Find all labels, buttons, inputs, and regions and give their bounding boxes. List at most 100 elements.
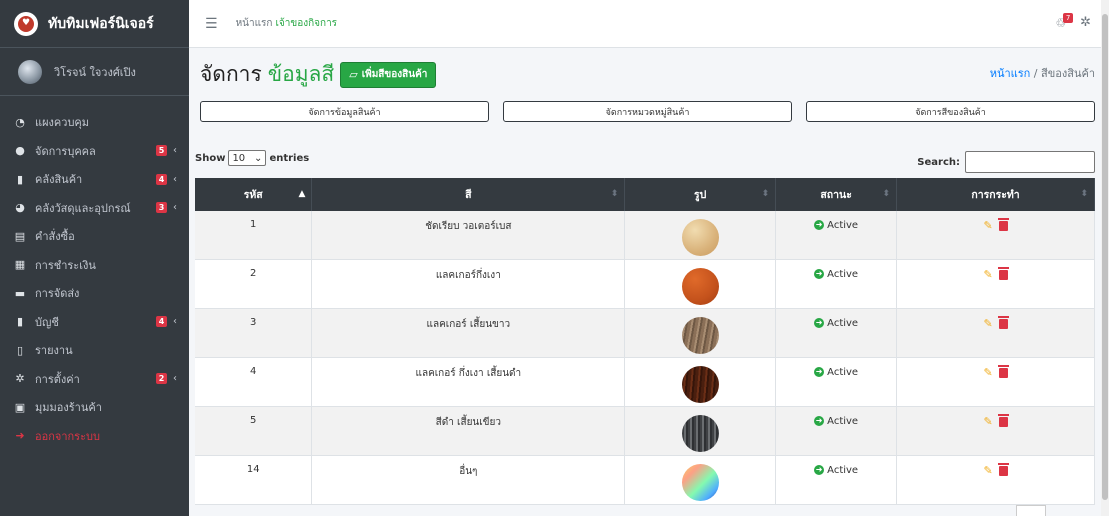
user-panel[interactable]: วิโรจน์ ใจวงศ์เปิง xyxy=(0,48,189,96)
cell-actions: ✎ xyxy=(896,211,1095,261)
hamburger-menu-icon[interactable]: ☰ xyxy=(205,16,218,32)
manage-categories-button[interactable]: จัดการหมวดหมู่สินค้า xyxy=(503,101,792,122)
check-circle-icon: ➜ xyxy=(814,367,825,378)
sidebar-item-payment[interactable]: ▦ การชำระเงิน xyxy=(0,251,189,280)
cell-image xyxy=(624,455,777,506)
edit-icon[interactable]: ✎ xyxy=(983,219,992,232)
gear-icon[interactable]: ✲ xyxy=(1080,15,1091,30)
breadcrumb-current: สีของสินค้า xyxy=(1041,67,1095,80)
brand-logo: ♥ xyxy=(14,11,38,36)
sidebar-item-orders[interactable]: ▤ คำสั่งซื้อ xyxy=(0,222,189,251)
badge: 4 xyxy=(156,173,167,185)
sidebar-item-shipping[interactable]: ▬ การจัดส่ง xyxy=(0,279,189,308)
sidebar-item-people[interactable]: ● จัดการบุคคล 5 ‹ xyxy=(0,137,189,166)
scrollbar[interactable] xyxy=(1101,0,1109,516)
badge: 4 xyxy=(156,316,167,328)
search-input[interactable] xyxy=(965,151,1095,173)
trash-icon[interactable] xyxy=(997,462,1009,476)
badge: 3 xyxy=(156,202,167,214)
edit-icon[interactable]: ✎ xyxy=(983,317,992,330)
cogs-icon: ✲ xyxy=(15,372,25,386)
topbar-crumb-home[interactable]: หน้าแรก xyxy=(236,16,273,31)
color-swatch xyxy=(681,464,719,502)
chevron-left-icon: ‹ xyxy=(173,173,177,185)
file-icon: ▯ xyxy=(16,343,24,357)
sort-asc-icon: ▲ xyxy=(298,189,306,199)
pagination-button[interactable] xyxy=(1016,505,1046,516)
cell-color: แลคเกอร์ เสี้ยนขาว xyxy=(311,308,626,359)
cell-image xyxy=(624,211,777,261)
table-row: 5 สีดำ เสี้ยนเขียว ➜ Active ✎ xyxy=(195,406,1095,457)
trash-icon[interactable] xyxy=(997,315,1009,329)
cell-id: 5 xyxy=(195,406,313,457)
trash-icon[interactable] xyxy=(997,266,1009,280)
avatar xyxy=(18,59,42,84)
topbar: ☰ หน้าแรก เจ้าของกิจการ ♲ 7 ✲ xyxy=(189,0,1109,48)
chevron-left-icon: ‹ xyxy=(173,316,177,328)
sidebar-item-logout[interactable]: ➜ ออกจากระบบ xyxy=(0,422,189,451)
search-control: Search: xyxy=(917,151,1095,173)
trash-icon[interactable] xyxy=(997,217,1009,231)
subnav: จัดการข้อมูลสินค้า จัดการหมวดหมู่สินค้า … xyxy=(200,101,1095,122)
sidebar-item-settings[interactable]: ✲ การตั้งค่า 2 ‹ xyxy=(0,365,189,394)
chevron-down-icon: ⌄ xyxy=(254,152,263,164)
trash-icon[interactable] xyxy=(997,364,1009,378)
column-header-status[interactable]: สถานะ ⬍ xyxy=(775,178,898,211)
colors-table: รหัส ▲ สี ⬍ รูป ⬍ สถานะ ⬍ การกระทำ ⬍ 1 ชัดเรี… xyxy=(195,178,1095,506)
check-circle-icon: ➜ xyxy=(814,318,825,329)
scrollbar-thumb[interactable] xyxy=(1102,14,1108,500)
cell-color: แลคเกอร์กึ่งเงา xyxy=(311,259,626,310)
table-row: 4 แลคเกอร์ กึ่งเงา เสี้ยนดำ ➜ Active ✎ xyxy=(195,357,1095,408)
sidebar-item-materials[interactable]: ◕ คลังวัสดุและอุปกรณ์ 3 ‹ xyxy=(0,194,189,223)
breadcrumb-home[interactable]: หน้าแรก xyxy=(990,67,1031,80)
edit-icon[interactable]: ✎ xyxy=(983,464,992,477)
trash-icon[interactable] xyxy=(997,413,1009,427)
sidebar-item-warehouse[interactable]: ▮ คลังสินค้า 4 ‹ xyxy=(0,165,189,194)
manage-products-button[interactable]: จัดการข้อมูลสินค้า xyxy=(200,101,489,122)
badge: 2 xyxy=(156,373,167,385)
sort-icon: ⬍ xyxy=(610,189,619,199)
heart-icon: ♥ xyxy=(18,15,34,32)
cash-register-icon: ▦ xyxy=(14,258,26,272)
table-row: 14 อื่นๆ ➜ Active ✎ xyxy=(195,455,1095,506)
cell-image xyxy=(624,357,777,408)
copy-icon: ▮ xyxy=(16,315,24,329)
manage-colors-button[interactable]: จัดการสีของสินค้า xyxy=(806,101,1095,122)
user-name: วิโรจน์ ใจวงศ์เปิง xyxy=(54,65,136,79)
page-title: จัดการ ข้อมูลสี ▱ เพิ่มสีของสินค้า xyxy=(200,58,437,91)
entries-select[interactable]: 10 ⌄ xyxy=(228,150,267,166)
sidebar-item-storefront[interactable]: ▣ มุมมองร้านค้า xyxy=(0,393,189,422)
check-circle-icon: ➜ xyxy=(814,416,825,427)
column-header-image[interactable]: รูป ⬍ xyxy=(624,178,777,211)
store-icon: ▣ xyxy=(14,400,26,414)
breadcrumb: หน้าแรก / สีของสินค้า xyxy=(989,67,1095,80)
table-row: 1 ชัดเรียบ วอเตอร์เบส ➜ Active ✎ xyxy=(195,211,1095,261)
sidebar-item-reports[interactable]: ▯ รายงาน xyxy=(0,336,189,365)
notifications-icon[interactable]: ♲ 7 xyxy=(1055,12,1074,30)
column-header-actions[interactable]: การกระทำ ⬍ xyxy=(896,178,1095,211)
cell-status: ➜ Active xyxy=(775,406,898,457)
topbar-crumb-owner[interactable]: เจ้าของกิจการ xyxy=(275,16,337,31)
edit-icon[interactable]: ✎ xyxy=(983,268,992,281)
cell-image xyxy=(624,259,777,310)
cell-color: อื่นๆ xyxy=(311,455,626,506)
sidebar-item-dashboard[interactable]: ◔ แผงควบคุม xyxy=(0,108,189,137)
cell-id: 1 xyxy=(195,211,313,261)
cell-id: 4 xyxy=(195,357,313,408)
edit-icon[interactable]: ✎ xyxy=(983,366,992,379)
sort-icon: ⬍ xyxy=(761,189,770,199)
brand[interactable]: ♥ ทับทิมเฟอร์นิเจอร์ xyxy=(0,0,189,48)
pie-chart-icon: ◕ xyxy=(15,201,25,215)
cell-actions: ✎ xyxy=(896,406,1095,457)
sidebar-item-accounts[interactable]: ▮ บัญชี 4 ‹ xyxy=(0,308,189,337)
brand-name: ทับทิมเฟอร์นิเจอร์ xyxy=(48,15,154,32)
add-color-button[interactable]: ▱ เพิ่มสีของสินค้า xyxy=(340,61,437,88)
chevron-left-icon: ‹ xyxy=(173,202,177,214)
table-row: 2 แลคเกอร์กึ่งเงา ➜ Active ✎ xyxy=(195,259,1095,310)
column-header-color[interactable]: สี ⬍ xyxy=(311,178,626,211)
edit-icon[interactable]: ✎ xyxy=(983,415,992,428)
chevron-left-icon: ‹ xyxy=(173,373,177,385)
column-header-id[interactable]: รหัส ▲ xyxy=(195,178,313,211)
cell-id: 2 xyxy=(195,259,313,310)
main-content: จัดการ ข้อมูลสี ▱ เพิ่มสีของสินค้า หน้าแร… xyxy=(189,48,1101,516)
